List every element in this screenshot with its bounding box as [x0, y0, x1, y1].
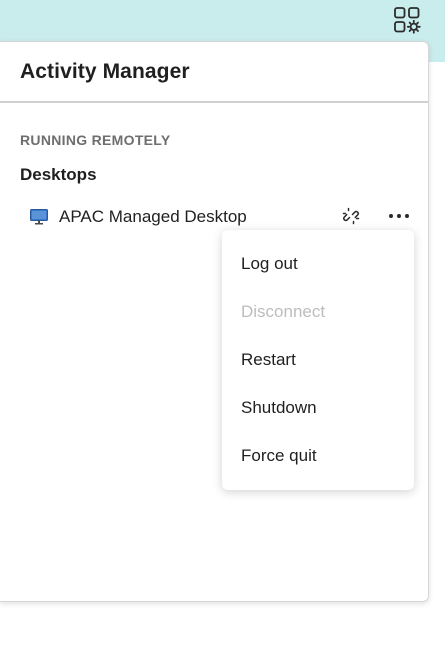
apps-settings-icon — [394, 7, 421, 34]
section-label-running-remotely: RUNNING REMOTELY — [20, 132, 171, 148]
session-name: APAC Managed Desktop — [59, 207, 247, 226]
monitor-icon — [30, 209, 48, 225]
more-horizontal-icon — [389, 214, 409, 218]
panel-title: Activity Manager — [20, 59, 190, 83]
menu-item-log-out[interactable]: Log out — [222, 240, 414, 288]
menu-item-disconnect: Disconnect — [241, 302, 326, 321]
session-row[interactable]: APAC Managed Desktop — [20, 200, 420, 234]
menu-item-restart[interactable]: Restart — [222, 336, 414, 384]
menu-item-shutdown[interactable]: Shutdown — [222, 384, 414, 432]
more-options-button[interactable] — [386, 205, 412, 227]
apps-settings-button[interactable] — [390, 3, 424, 37]
group-label-desktops: Desktops — [20, 165, 97, 184]
broken-link-icon[interactable] — [342, 207, 360, 225]
panel-header: Activity Manager — [0, 42, 428, 103]
session-context-menu: Log out Disconnect Restart Shutdown Forc… — [222, 230, 414, 490]
menu-item-force-quit[interactable]: Force quit — [222, 432, 414, 480]
